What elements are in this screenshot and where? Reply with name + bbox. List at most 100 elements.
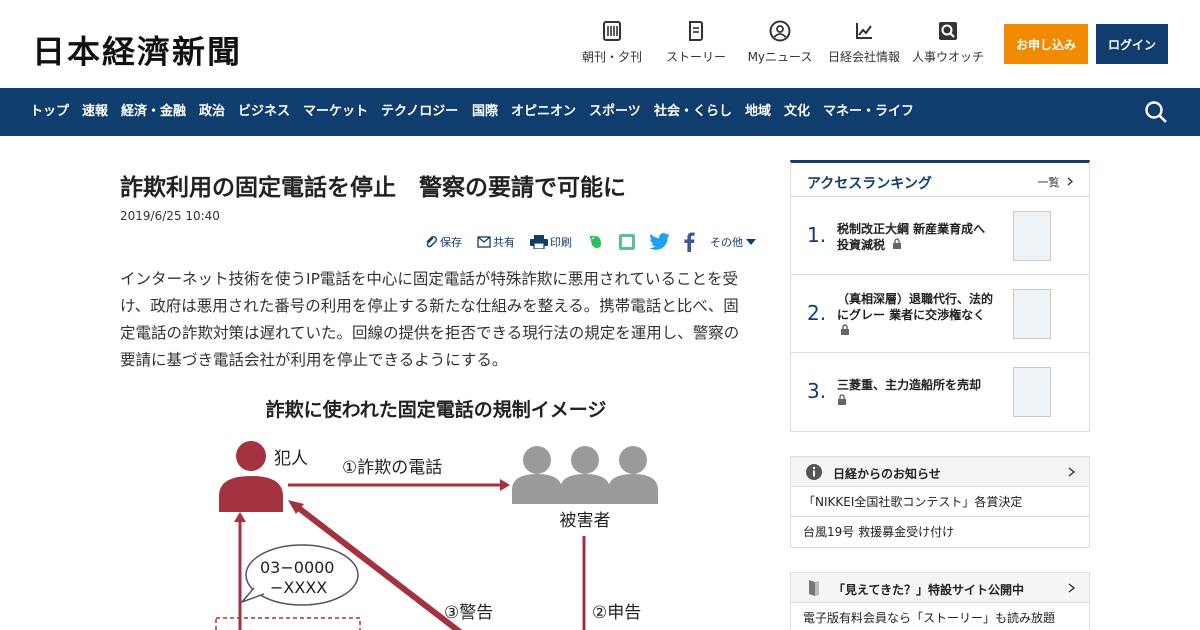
evernote-button[interactable] <box>586 232 606 252</box>
ranking-number: 3. <box>807 379 827 403</box>
article-body: インターネット技術を使うIP電話を中心に固定電話が特殊詐欺に悪用されていることを… <box>120 270 740 369</box>
chevron-right-icon <box>1068 583 1075 593</box>
nav-item-society[interactable]: 社会・くらし <box>654 88 732 136</box>
ranking-title: アクセスランキング <box>807 176 932 192</box>
regulation-diagram: 詐欺に使われた固定電話の規制イメージ 犯人 被害者 ①詐欺の電話 03−0000… <box>215 398 658 630</box>
newspaper-icon <box>603 21 621 41</box>
ranking-item[interactable]: 1. 税制改正大綱 新産業育成へ投資減税 <box>791 197 1089 275</box>
diagram-title: 詐欺に使われた固定電話の規制イメージ <box>266 398 607 421</box>
victims-icon <box>512 446 658 504</box>
book-icon <box>689 21 703 41</box>
twitter-icon <box>649 233 670 250</box>
nav-company-info[interactable]: 日経会社情報 <box>826 20 902 70</box>
arrow-report-label: ②申告 <box>592 603 641 623</box>
nav-item-top[interactable]: トップ <box>30 88 69 136</box>
note-button[interactable] <box>618 232 638 252</box>
nav-item-international[interactable]: 国際 <box>472 88 498 136</box>
victims-label: 被害者 <box>560 511 611 531</box>
article-title: 詐欺利用の固定電話を停止 警察の要請で可能に <box>120 175 626 201</box>
facebook-button[interactable] <box>683 232 697 252</box>
ranking-headline: （真相深層）退職代行、法的にグレー 業者に交渉権なく <box>837 291 993 339</box>
note-icon <box>619 234 635 250</box>
search-icon[interactable] <box>1144 100 1168 124</box>
nav-label: ストーリー <box>665 50 726 64</box>
flag-icon <box>809 580 819 596</box>
nav-label: Myニュース <box>747 50 813 64</box>
nav-item-politics[interactable]: 政治 <box>199 88 225 136</box>
other-share-dropdown[interactable]: その他 <box>710 232 758 252</box>
nav-label: 日経会社情報 <box>827 50 900 64</box>
nav-item-regional[interactable]: 地域 <box>745 88 771 136</box>
caret-down-icon <box>746 239 756 245</box>
search-person-icon <box>939 22 957 40</box>
save-button[interactable]: 保存 <box>424 232 462 252</box>
lock-icon <box>838 394 846 405</box>
phone-line-2: −XXXX <box>270 578 327 597</box>
info-icon <box>806 464 822 480</box>
nav-personnel-watch[interactable]: 人事ウオッチ <box>910 20 986 70</box>
subscribe-button[interactable]: お申し込み <box>1004 24 1088 64</box>
nav-my-news[interactable]: Myニュース <box>744 20 816 70</box>
ranking-headline-text: （真相深層）退職代行、法的にグレー 業者に交渉権なく <box>837 292 994 322</box>
nikkei-notice-panel: 日経からのお知らせ 「NIKKEI全国社歌コンテスト」各賞決定 台風19号 救援… <box>790 456 1090 548</box>
nav-item-money-life[interactable]: マネー・ライフ <box>823 88 914 136</box>
promo-item[interactable]: 電子版有料会員なら「ストーリー」も読み放題 <box>791 603 1089 630</box>
lock-icon <box>841 324 849 335</box>
nav-item-culture[interactable]: 文化 <box>784 88 810 136</box>
ranking-headline: 税制改正大綱 新産業育成へ投資減税 <box>837 221 993 253</box>
ranking-more-label: 一覧 <box>1037 176 1060 189</box>
user-icon <box>769 20 791 42</box>
nav-label: 人事ウオッチ <box>911 50 984 64</box>
mail-icon <box>477 236 491 248</box>
chevron-right-icon <box>1067 177 1073 186</box>
ranking-item[interactable]: 3. 三菱重、主力造船所を売却 <box>791 353 1089 431</box>
lock-icon <box>893 238 902 249</box>
nav-item-technology[interactable]: テクノロジー <box>381 88 458 136</box>
article-date: 2019/6/25 10:40 <box>120 209 220 223</box>
arrow-warning-label: ③警告 <box>444 603 493 623</box>
criminal-label: 犯人 <box>274 449 308 469</box>
paperclip-icon <box>426 236 437 248</box>
chevron-right-icon <box>1068 467 1075 477</box>
nav-item-opinion[interactable]: オピニオン <box>511 88 576 136</box>
promo-header[interactable]: 「見えてきた？」特設サイト公開中 <box>791 573 1089 603</box>
notice-title: 日経からのお知らせ <box>833 467 941 481</box>
nav-item-economy[interactable]: 経済・金融 <box>121 88 186 136</box>
ranking-thumbnail <box>1013 211 1051 261</box>
category-navbar: トップ 速報 経済・金融 政治 ビジネス マーケット テクノロジー 国際 オピニ… <box>0 88 1200 136</box>
notice-header[interactable]: 日経からのお知らせ <box>791 457 1089 487</box>
arrow-fraud-call-label: ①詐欺の電話 <box>342 458 442 478</box>
notice-item[interactable]: 「NIKKEI全国社歌コンテスト」各賞決定 <box>791 487 1089 517</box>
story-promo-panel: 「見えてきた？」特設サイト公開中 電子版有料会員なら「ストーリー」も読み放題 <box>790 572 1090 630</box>
nav-item-market[interactable]: マーケット <box>303 88 368 136</box>
ranking-headline-text: 税制改正大綱 新産業育成へ投資減税 <box>837 222 986 252</box>
site-header: 日本経濟新聞 朝刊・夕刊 ストーリー Myニュース 日経会社情報 人事ウオッチ … <box>0 0 1200 88</box>
share-button[interactable]: 共有 <box>477 232 515 252</box>
ranking-thumbnail <box>1013 367 1051 417</box>
ranking-headline: 三菱重、主力造船所を売却 <box>837 377 993 409</box>
facebook-icon <box>684 232 695 252</box>
print-button[interactable]: 印刷 <box>530 232 572 252</box>
share-label: 共有 <box>493 236 515 249</box>
nav-item-business[interactable]: ビジネス <box>238 88 290 136</box>
other-label: その他 <box>710 236 743 249</box>
nav-morning-evening-edition[interactable]: 朝刊・夕刊 <box>578 20 646 70</box>
ranking-header: アクセスランキング 一覧 <box>791 163 1089 197</box>
login-button[interactable]: ログイン <box>1096 24 1168 64</box>
ranking-item[interactable]: 2. （真相深層）退職代行、法的にグレー 業者に交渉権なく <box>791 275 1089 353</box>
twitter-button[interactable] <box>649 232 673 252</box>
save-label: 保存 <box>440 236 462 249</box>
site-logo[interactable]: 日本経濟新聞 <box>32 26 242 72</box>
nav-item-sports[interactable]: スポーツ <box>589 88 641 136</box>
promo-title: 「見えてきた？」特設サイト公開中 <box>833 583 1025 597</box>
ranking-headline-text: 三菱重、主力造船所を売却 <box>837 378 982 392</box>
phone-line-1: 03−0000 <box>260 558 334 577</box>
nav-story[interactable]: ストーリー <box>662 20 730 70</box>
ranking-more-link[interactable]: 一覧 <box>1038 174 1074 190</box>
notice-item[interactable]: 台風19号 救援募金受け付け <box>791 517 1089 547</box>
ranking-thumbnail <box>1013 289 1051 339</box>
print-label: 印刷 <box>550 236 572 249</box>
printer-icon <box>530 235 548 249</box>
ranking-number: 2. <box>807 301 827 325</box>
nav-item-flash[interactable]: 速報 <box>82 88 108 136</box>
